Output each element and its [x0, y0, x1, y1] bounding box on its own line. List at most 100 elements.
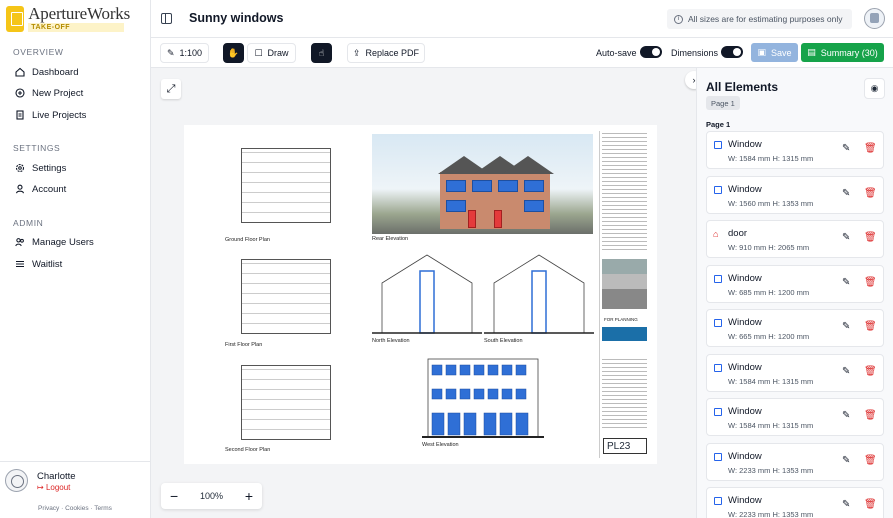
door-overlay[interactable] — [494, 210, 502, 228]
drawing-canvas[interactable]: ⤢ › Ground Floor Plan First Floor Plan S… — [151, 68, 703, 518]
trash-icon[interactable]: 🗑 — [864, 321, 877, 332]
user-name: Charlotte — [37, 471, 76, 482]
save-button[interactable]: ▣ Save — [751, 43, 798, 62]
pan-tool-button[interactable]: ✋ — [223, 43, 244, 63]
window-overlay[interactable] — [446, 180, 466, 192]
trash-icon[interactable]: 🗑 — [864, 410, 877, 421]
window-checkbox[interactable] — [714, 274, 722, 283]
edit-icon[interactable]: ✎ — [842, 366, 850, 377]
toolbar: ✎ 1:100 ✋ ☐ Draw ☝ ⇪ Replace PDF Auto-sa… — [151, 38, 893, 68]
avatar[interactable] — [5, 469, 28, 492]
window-overlay[interactable] — [446, 200, 466, 212]
window-checkbox[interactable] — [714, 185, 722, 194]
title-block: FOR PLANNING PL23 — [599, 131, 649, 458]
draw-tool-button[interactable]: ☐ Draw — [247, 43, 296, 63]
section-title-settings: SETTINGS — [13, 143, 61, 153]
window-checkbox[interactable] — [714, 452, 722, 461]
trash-icon[interactable]: 🗑 — [864, 455, 877, 466]
upload-icon: ⇪ — [352, 47, 361, 58]
replace-pdf-button[interactable]: ⇪ Replace PDF — [347, 43, 425, 63]
logout-link[interactable]: ↦ Logout — [37, 483, 70, 492]
company-avatar[interactable] — [864, 8, 885, 29]
window-checkbox[interactable] — [714, 319, 722, 327]
brand-logo[interactable]: ApertureWorks TAKE-OFF — [6, 5, 130, 32]
element-card[interactable]: Window W: 2233 mm H: 1353 mm ✎ 🗑 — [706, 487, 884, 518]
auto-detect-button[interactable]: ☝ — [311, 43, 332, 63]
element-card[interactable]: Window W: 1584 mm H: 1315 mm ✎ 🗑 — [706, 353, 884, 392]
element-card[interactable]: ⌂ door W: 910 mm H: 2065 mm ✎ 🗑 — [706, 220, 884, 258]
document-icon — [15, 110, 25, 120]
west-elevation-sketch — [422, 358, 544, 438]
door-overlay[interactable] — [468, 210, 476, 228]
sidebar-item-label: Account — [32, 183, 67, 195]
sidebar-item-new-project[interactable]: New Project — [15, 86, 83, 100]
element-card[interactable]: Window W: 685 mm H: 1200 mm ✎ 🗑 — [706, 264, 884, 303]
element-name: Window — [728, 139, 762, 150]
element-card[interactable]: Window W: 1584 mm H: 1315 mm ✎ 🗑 — [706, 131, 884, 169]
rear-elevation-label: Rear Elevation — [372, 236, 409, 242]
sidebar-item-manage-users[interactable]: Manage Users — [15, 235, 94, 249]
element-card[interactable]: Window W: 665 mm H: 1200 mm ✎ 🗑 — [706, 309, 884, 347]
scale-button[interactable]: ✎ 1:100 — [160, 43, 209, 63]
window-overlay[interactable] — [524, 180, 544, 192]
element-name: Window — [728, 495, 762, 506]
trash-icon[interactable]: 🗑 — [864, 366, 877, 377]
dimensions-label: Dimensions — [671, 48, 719, 58]
sidebar-item-label: New Project — [32, 87, 84, 99]
edit-icon[interactable]: ✎ — [842, 232, 850, 243]
window-overlay[interactable] — [524, 200, 544, 212]
zoom-in-button[interactable]: + — [245, 489, 253, 503]
notice-text: All sizes are for estimating purposes on… — [688, 14, 843, 24]
zoom-level: 100% — [199, 491, 224, 501]
magic-hand-icon: ☝ — [318, 47, 325, 58]
edit-icon[interactable]: ✎ — [842, 143, 850, 154]
sidebar-item-dashboard[interactable]: Dashboard — [15, 65, 78, 79]
sidebar-item-settings[interactable]: Settings — [15, 161, 66, 175]
sidebar-toggle-icon[interactable] — [161, 13, 172, 24]
footer-links[interactable]: Privacy · Cookies · Terms — [38, 505, 112, 512]
edit-icon[interactable]: ✎ — [842, 410, 850, 421]
element-card[interactable]: Window W: 1584 mm H: 1315 mm ✎ 🗑 — [706, 398, 884, 436]
edit-icon[interactable]: ✎ — [842, 188, 850, 199]
window-overlay[interactable] — [498, 180, 518, 192]
save-label: Save — [771, 47, 792, 58]
sidebar-item-waitlist[interactable]: Waitlist — [15, 257, 62, 271]
trash-icon[interactable]: 🗑 — [864, 188, 877, 199]
fullscreen-icon[interactable]: ⤢ — [161, 79, 181, 99]
ground-floor-label: Ground Floor Plan — [225, 237, 270, 243]
trash-icon[interactable]: 🗑 — [864, 143, 877, 154]
zoom-out-button[interactable]: − — [170, 489, 178, 503]
dimensions-toggle[interactable] — [721, 46, 743, 58]
edit-icon[interactable]: ✎ — [842, 321, 850, 332]
window-overlay[interactable] — [472, 180, 492, 192]
trash-icon[interactable]: 🗑 — [864, 499, 877, 510]
page-filter-chip[interactable]: Page 1 — [706, 96, 740, 110]
pdf-drawing[interactable]: Ground Floor Plan First Floor Plan Secon… — [184, 125, 657, 464]
trash-icon[interactable]: 🗑 — [864, 232, 877, 243]
logout-icon: ↦ — [37, 483, 46, 492]
summary-button[interactable]: ▤ Summary (30) — [801, 43, 884, 62]
element-card[interactable]: Window W: 1560 mm H: 1353 mm ✎ 🗑 — [706, 175, 884, 214]
south-elevation-sketch — [484, 254, 594, 334]
element-dimensions: W: 2233 mm H: 1353 mm — [728, 465, 814, 475]
drawing-number: PL23 — [603, 438, 647, 454]
sidebar-item-account[interactable]: Account — [15, 182, 66, 196]
trash-icon[interactable]: 🗑 — [864, 277, 877, 288]
edit-icon[interactable]: ✎ — [842, 277, 850, 288]
edit-icon[interactable]: ✎ — [842, 499, 850, 510]
window-checkbox[interactable] — [714, 363, 722, 372]
element-card[interactable]: Window W: 2233 mm H: 1353 mm ✎ 🗑 — [706, 442, 884, 481]
autosave-toggle[interactable] — [640, 46, 662, 58]
section-title-admin: ADMIN — [13, 218, 44, 228]
sidebar: ApertureWorks TAKE-OFF OVERVIEW Dashboar… — [0, 0, 151, 518]
edit-icon[interactable]: ✎ — [842, 455, 850, 466]
window-checkbox[interactable] — [714, 497, 722, 505]
window-checkbox[interactable] — [714, 141, 722, 149]
element-dimensions: W: 2233 mm H: 1353 mm — [728, 510, 814, 518]
camera-icon[interactable]: ◉ — [864, 78, 885, 99]
element-dimensions: W: 1584 mm H: 1315 mm — [728, 376, 814, 386]
brand-tagline: TAKE-OFF — [28, 23, 125, 32]
sidebar-item-live-projects[interactable]: Live Projects — [15, 108, 86, 122]
window-checkbox[interactable] — [714, 408, 722, 416]
sidebar-item-label: Waitlist — [32, 258, 63, 270]
